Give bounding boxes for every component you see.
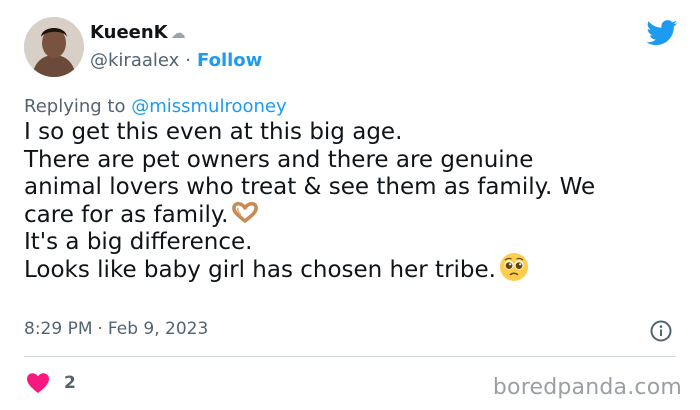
tweet-line-text: care for as family. xyxy=(24,201,229,228)
author-handle[interactable]: @kiraalex xyxy=(90,50,179,71)
heart-hands-emoji-icon xyxy=(231,202,258,224)
reply-mention-link[interactable]: @missmulrooney xyxy=(131,96,286,117)
tweet-line-text: Looks like baby girl has chosen her trib… xyxy=(24,256,496,283)
tweet-line: animal lovers who treat & see them as fa… xyxy=(24,174,596,201)
info-icon[interactable] xyxy=(650,320,672,342)
tweet-line: It's a big difference. xyxy=(24,229,253,256)
boredpanda-watermark: boredpanda.com xyxy=(492,375,682,400)
handle-separator: · xyxy=(185,50,192,71)
reply-prefix: Replying to xyxy=(24,96,126,117)
replying-to: Replying to @missmulrooney xyxy=(24,96,287,117)
timestamp-separator: · xyxy=(97,319,103,339)
tweet-line: There are pet owners and there are genui… xyxy=(24,146,534,173)
tweet-line: I so get this even at this big age. xyxy=(24,119,403,145)
avatar[interactable] xyxy=(24,17,84,77)
follow-button[interactable]: Follow xyxy=(197,50,262,71)
display-name-text: KueenK xyxy=(90,22,168,43)
twitter-bird-icon[interactable] xyxy=(646,20,678,46)
divider xyxy=(24,356,676,357)
tweet-date: Feb 9, 2023 xyxy=(107,319,209,339)
like-button[interactable]: 2 xyxy=(26,372,76,394)
tweet-timestamp[interactable]: 8:29 PM · Feb 9, 2023 xyxy=(24,319,208,339)
heart-icon xyxy=(27,373,49,393)
tweet-line-with-emoji: Looks like baby girl has chosen her trib… xyxy=(24,253,684,285)
pleading-face-emoji-icon xyxy=(499,253,528,282)
tweet-text: I so get this even at this big age. Ther… xyxy=(24,119,684,285)
like-count: 2 xyxy=(64,373,76,393)
tweet-time: 8:29 PM xyxy=(24,319,93,339)
tweet-line-with-emoji: care for as family. xyxy=(24,202,684,230)
handle-row: @kiraalex · Follow xyxy=(90,50,262,71)
cloud-emoji-icon: ☁ xyxy=(170,23,186,42)
author-display-name[interactable]: KueenK ☁ xyxy=(90,22,186,43)
